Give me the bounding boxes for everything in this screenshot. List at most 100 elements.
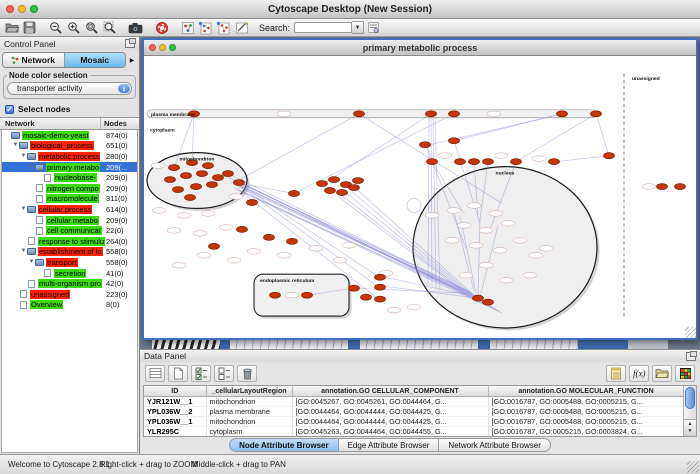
import-attributes-icon[interactable] [652,365,672,382]
graph-node[interactable] [165,177,176,183]
search-dropdown-button[interactable]: ▼ [352,21,364,34]
graph-node[interactable] [329,177,340,183]
tree-header-network[interactable]: Network [5,119,35,128]
graph-node[interactable] [675,184,686,190]
attribute-unchecklist-icon[interactable] [214,365,234,382]
table-row[interactable]: YPL036W__2plasma membrane[GO:0044464, GO… [144,407,684,417]
network-canvas[interactable]: plasma membranecytoplasmmitochondrionnuc… [144,56,696,338]
graph-node[interactable] [375,284,386,290]
disclosure-triangle-icon[interactable]: ▼ [28,164,35,171]
network-canvas-area[interactable]: plasma membranecytoplasmmitochondrionnuc… [144,56,696,338]
tree-item-response-to-stimulu[interactable]: response to stimulu264(0) [2,236,137,247]
matrix-icon[interactable] [675,365,695,382]
graph-node[interactable] [354,111,365,117]
snapshot-icon[interactable] [127,20,144,35]
column-header-annotation-go-cellular-component[interactable]: annotation.GO CELLULAR_COMPONENT [292,386,488,397]
disclosure-triangle-icon[interactable]: ▼ [12,142,19,149]
search-options-icon[interactable] [365,20,382,35]
graph-node[interactable] [420,142,431,148]
graph-node[interactable] [247,199,258,205]
graph-node[interactable] [375,296,386,302]
new-attribute-icon[interactable] [168,365,188,382]
graph-node[interactable] [191,184,202,190]
zoom-in-icon[interactable] [65,20,82,35]
graph-node[interactable] [197,171,208,177]
disclosure-triangle-icon[interactable]: ▼ [20,206,27,213]
graph-node[interactable] [234,180,245,186]
search-input[interactable] [294,22,352,33]
graph-node[interactable] [361,294,372,300]
table-row[interactable]: YJR121W__1mitochondrion[GO:0045267, GO:0… [144,397,684,407]
graph-node[interactable] [237,226,248,232]
zoom-fit-icon[interactable] [83,20,100,35]
graph-node[interactable] [557,111,568,117]
graph-node[interactable] [270,292,281,298]
graph-node[interactable] [289,191,300,197]
select-attributes-icon[interactable] [145,365,165,382]
graph-node[interactable] [287,238,298,244]
vizmapper-icon[interactable] [179,20,196,35]
zoom-out-icon[interactable] [47,20,64,35]
create-network-icon[interactable] [197,20,214,35]
graph-node[interactable] [185,195,196,201]
graph-node[interactable] [302,292,313,298]
graph-node[interactable] [181,173,192,179]
tree-item-metabolic-process[interactable]: ▼metabolic process280(0) [2,151,137,162]
tab-edge-attribute-browser[interactable]: Edge Attribute Browser [339,438,440,452]
table-scrollbar-arrows[interactable]: ▲▼ [684,419,696,436]
tab-overflow-arrow[interactable]: ▶ [127,53,137,67]
graph-node[interactable] [223,171,234,177]
disclosure-triangle-icon[interactable]: ▼ [20,248,27,255]
tree-item-biological-process[interactable]: ▼biological_process651(0) [2,141,137,152]
graph-node[interactable] [375,274,386,280]
view-close-button[interactable] [149,44,156,51]
tree-item-overview[interactable]: Overview8(0) [2,300,137,311]
view-resize-grip[interactable] [685,327,696,338]
tree-item-cellular-metabo[interactable]: cellular metabo209(0) [2,215,137,226]
tab-node-attribute-browser[interactable]: Node Attribute Browser [229,438,339,452]
window-resize-grip[interactable] [687,461,699,473]
tree-item-primary-metabo[interactable]: ▼primary metabo209(... [2,162,137,173]
tree-header-nodes[interactable]: Nodes [104,119,127,128]
tree-item-establishment-of-lo[interactable]: ▼establishment of lo558(0) [2,247,137,258]
table-row[interactable]: YLR295Ccytoplasm[GO:0045263, GO:0044464,… [144,427,684,437]
graph-node[interactable] [353,178,364,184]
import-network-icon[interactable] [215,20,232,35]
network-view-titlebar[interactable]: primary metabolic process [144,40,696,56]
tree-item-secretion[interactable]: secretion41(0) [2,268,137,279]
tree-item-cell-communicat[interactable]: cell communicat22(0) [2,225,137,236]
disclosure-triangle-icon[interactable]: ▼ [20,153,27,160]
close-button[interactable] [6,5,14,13]
view-minimize-button[interactable] [159,44,166,51]
table-row[interactable]: YKR052Ccytoplasm[GO:0044464, GO:0044446,… [144,437,684,438]
tree-item-nitrogen-compo[interactable]: nitrogen compo209(0) [2,183,137,194]
table-scrollbar-thumb[interactable] [685,387,695,409]
tab-mosaic[interactable]: Mosaic [65,53,126,67]
attribute-checklist-icon[interactable] [191,365,211,382]
column-header-annotation-go-molecular-function[interactable]: annotation.GO MOLECULAR_FUNCTION [488,386,684,397]
tree-item-cellular-process[interactable]: ▼cellular process614(0) [2,204,137,215]
zoom-selected-icon[interactable] [101,20,118,35]
delete-attribute-icon[interactable] [237,365,257,382]
help-icon[interactable] [153,20,170,35]
table-row[interactable]: YPL036W__1mitochondrion[GO:0044464, GO:0… [144,417,684,427]
tree-item-transport[interactable]: ▼transport558(0) [2,257,137,268]
select-nodes-checkbox[interactable]: ✓ [5,105,14,114]
graph-node[interactable] [325,188,336,194]
graph-node[interactable] [426,111,437,117]
tree-item-multi-organism-pro[interactable]: multi-organism pro42(0) [2,278,137,289]
graph-node[interactable] [455,159,466,165]
column-header-id[interactable]: ID [144,386,206,397]
graph-node[interactable] [657,184,668,190]
save-session-icon[interactable] [21,20,38,35]
graph-node[interactable] [349,285,360,291]
float-panel-icon[interactable] [125,39,135,48]
graph-node[interactable] [469,159,480,165]
graph-node[interactable] [449,138,460,144]
graph-node[interactable] [483,159,494,165]
minimize-button[interactable] [18,5,26,13]
graph-node[interactable] [349,185,360,191]
graph-node[interactable] [317,181,328,187]
tab-network[interactable]: Network [3,53,65,67]
graph-node[interactable] [213,175,224,181]
